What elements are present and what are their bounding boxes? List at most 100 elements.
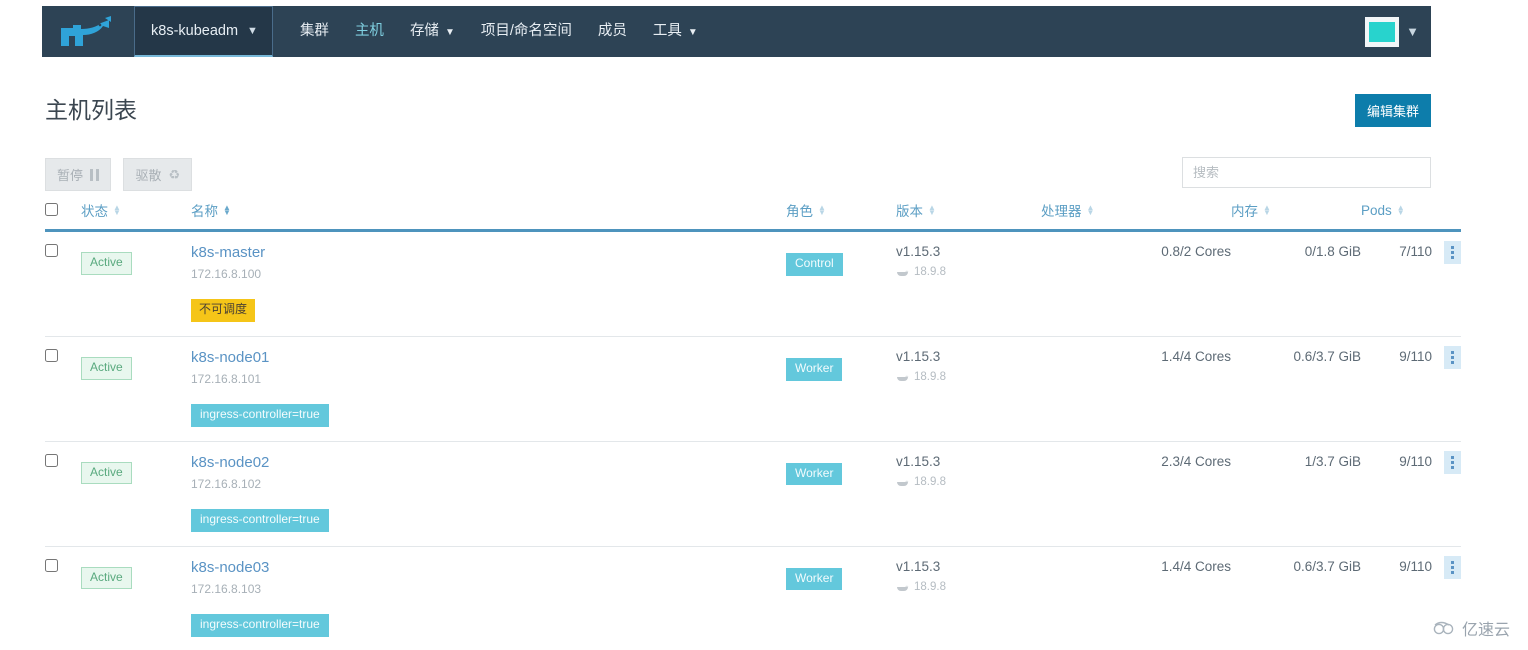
row-version-cell: v1.15.3 18.9.8: [896, 441, 1041, 547]
docker-whale-icon: [896, 582, 909, 592]
sort-icon: ▲ ▼: [1396, 203, 1405, 217]
row-version-cell: v1.15.3 18.9.8: [896, 546, 1041, 650]
row-select-cell: [45, 230, 81, 337]
hosts-table-body: Active k8s-master 172.16.8.100 不可调度 Cont…: [45, 230, 1461, 650]
row-checkbox[interactable]: [45, 558, 58, 572]
column-header-role[interactable]: 角色 ▲ ▼: [786, 200, 896, 232]
nav-item-members[interactable]: 成员: [585, 6, 640, 57]
sort-icon: ▲ ▼: [223, 203, 231, 217]
nav-item-projects-namespaces[interactable]: 项目/命名空间: [468, 6, 585, 57]
row-state-cell: Active: [81, 336, 191, 442]
column-header-memory[interactable]: 内存 ▲ ▼: [1231, 200, 1361, 232]
role-badge: Worker: [786, 567, 843, 591]
row-checkbox[interactable]: [45, 453, 58, 467]
kubernetes-version: v1.15.3: [896, 453, 941, 469]
nav-item-storage[interactable]: 存储 ▼: [397, 6, 468, 57]
docker-whale-icon: [896, 477, 909, 487]
nav-item-hosts[interactable]: 主机: [342, 6, 397, 57]
cluster-selector-label: k8s-kubeadm: [151, 23, 239, 39]
row-memory-cell: 0/1.8 GiB: [1231, 230, 1361, 337]
pods-count: 7/110: [1399, 244, 1432, 259]
row-checkbox[interactable]: [45, 348, 58, 362]
pause-icon: [90, 168, 100, 181]
host-link[interactable]: k8s-node03: [191, 559, 786, 578]
row-actions-menu-icon[interactable]: [1444, 450, 1461, 474]
pause-button[interactable]: 暂停: [45, 158, 112, 191]
nav-item-label: 存储: [409, 23, 439, 39]
evict-button[interactable]: 驱散 ♻: [123, 158, 193, 191]
host-link[interactable]: k8s-master: [191, 244, 786, 263]
search-input[interactable]: [1182, 157, 1431, 188]
row-role-cell: Control: [786, 230, 896, 337]
column-header-pods[interactable]: Pods ▲ ▼: [1361, 200, 1461, 232]
host-link[interactable]: k8s-node02: [191, 454, 786, 473]
host-tags: 不可调度: [191, 299, 786, 322]
row-name-cell: k8s-node03 172.16.8.103 ingress-controll…: [191, 546, 786, 650]
host-ip: 172.16.8.101: [191, 371, 262, 386]
row-pods-cell: 9/110: [1361, 441, 1461, 547]
column-label: 状态: [81, 204, 108, 219]
row-memory-cell: 0.6/3.7 GiB: [1231, 336, 1361, 442]
sort-icon: ▲ ▼: [818, 203, 826, 217]
hosts-table: 状态 ▲ ▼ 名称 ▲ ▼ 角色 ▲ ▼ 版本 ▲ ▼ 处理器 ▲ ▼ 内存 ▲…: [45, 200, 1461, 650]
column-header-state[interactable]: 状态 ▲ ▼: [81, 200, 191, 232]
row-name-cell: k8s-node02 172.16.8.102 ingress-controll…: [191, 441, 786, 547]
cluster-selector[interactable]: k8s-kubeadm ▼: [134, 6, 273, 57]
rancher-cow-logo[interactable]: [42, 6, 134, 57]
pods-count: 9/110: [1399, 348, 1432, 364]
pods-count: 9/110: [1399, 453, 1432, 469]
row-pods-cell: 9/110: [1361, 336, 1461, 442]
column-header-name[interactable]: 名称 ▲ ▼: [191, 200, 786, 232]
docker-version-wrap: 18.9.8: [896, 476, 1041, 488]
user-menu-chevron-down-icon[interactable]: ▼: [1406, 24, 1419, 39]
nav-item-label: 成员: [597, 23, 627, 39]
row-actions-menu-icon[interactable]: [1444, 555, 1461, 579]
row-checkbox[interactable]: [45, 244, 58, 257]
row-select-cell: [45, 546, 81, 650]
host-ip: 172.16.8.102: [191, 476, 262, 491]
sort-icon: ▲ ▼: [113, 203, 121, 217]
host-tags: ingress-controller=true: [191, 614, 786, 637]
column-header-version[interactable]: 版本 ▲ ▼: [896, 200, 1041, 232]
docker-version-wrap: 18.9.8: [896, 266, 1041, 278]
select-all-checkbox[interactable]: [45, 202, 58, 216]
row-name-cell: k8s-node01 172.16.8.101 ingress-controll…: [191, 336, 786, 442]
hosts-table-container: 状态 ▲ ▼ 名称 ▲ ▼ 角色 ▲ ▼ 版本 ▲ ▼ 处理器 ▲ ▼ 内存 ▲…: [45, 200, 1461, 650]
page-root: k8s-kubeadm ▼ 集群 主机 存储 ▼ 项目/命名空间 成员 工具 ▼: [0, 0, 1528, 650]
avatar-image: [1369, 21, 1396, 42]
chevron-down-icon: ▼: [444, 27, 455, 38]
nav-item-label: 主机: [354, 23, 384, 39]
edit-cluster-button[interactable]: 编辑集群: [1354, 94, 1431, 127]
top-navbar: k8s-kubeadm ▼ 集群 主机 存储 ▼ 项目/命名空间 成员 工具 ▼: [42, 6, 1431, 57]
row-actions-menu-icon[interactable]: [1444, 241, 1461, 264]
row-state-cell: Active: [81, 230, 191, 337]
row-state-cell: Active: [81, 546, 191, 650]
host-ip: 172.16.8.100: [191, 266, 262, 281]
column-label: 名称: [191, 204, 218, 219]
table-row: Active k8s-node03 172.16.8.103 ingress-c…: [45, 546, 1461, 650]
column-header-cpu[interactable]: 处理器 ▲ ▼: [1041, 200, 1231, 232]
role-badge: Worker: [786, 462, 843, 486]
row-cpu-cell: 2.3/4 Cores: [1041, 441, 1231, 547]
row-actions-menu-icon[interactable]: [1444, 345, 1461, 369]
avatar[interactable]: [1365, 16, 1400, 47]
column-label: 版本: [896, 204, 923, 219]
nav-item-label: 集群: [299, 23, 329, 39]
host-link[interactable]: k8s-node01: [191, 349, 786, 368]
nav-item-tools[interactable]: 工具 ▼: [640, 6, 711, 57]
chevron-down-icon: ▼: [247, 25, 258, 37]
row-cpu-cell: 0.8/2 Cores: [1041, 230, 1231, 337]
chevron-down-icon: ▼: [687, 27, 698, 38]
row-cpu-cell: 1.4/4 Cores: [1041, 336, 1231, 442]
host-label-badge: ingress-controller=true: [191, 509, 329, 532]
row-name-cell: k8s-master 172.16.8.100 不可调度: [191, 230, 786, 337]
row-role-cell: Worker: [786, 546, 896, 650]
docker-version: 18.9.8: [914, 581, 946, 593]
role-badge: Control: [786, 253, 843, 276]
evict-button-label: 驱散: [135, 168, 162, 183]
page-header: 主机列表 编辑集群: [45, 90, 1431, 134]
table-header-row: 状态 ▲ ▼ 名称 ▲ ▼ 角色 ▲ ▼ 版本 ▲ ▼ 处理器 ▲ ▼ 内存 ▲…: [45, 200, 1461, 232]
pause-button-label: 暂停: [57, 168, 84, 183]
nav-item-clusters[interactable]: 集群: [287, 6, 342, 57]
table-row: Active k8s-master 172.16.8.100 不可调度 Cont…: [45, 230, 1461, 337]
